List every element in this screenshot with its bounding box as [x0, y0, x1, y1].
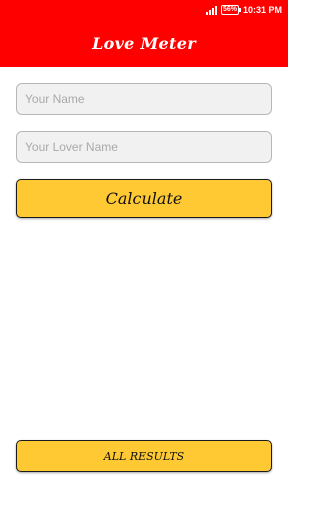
calculate-button-label: Calculate: [105, 189, 183, 208]
status-bar: 56% 10:31 PM: [0, 0, 288, 20]
all-results-button-label: ALL RESULTS: [103, 449, 185, 463]
battery-icon: 56%: [220, 5, 241, 15]
lover-name-input[interactable]: [16, 131, 272, 163]
signal-icon: [205, 5, 217, 15]
calculate-button[interactable]: Calculate: [16, 179, 272, 218]
all-results-button[interactable]: ALL RESULTS: [16, 440, 272, 472]
battery-level: 56%: [222, 6, 237, 13]
status-time: 10:31 PM: [242, 5, 282, 15]
app-title: Love Meter: [92, 34, 196, 53]
app-bar: Love Meter: [0, 20, 288, 67]
your-name-input[interactable]: [16, 83, 272, 115]
